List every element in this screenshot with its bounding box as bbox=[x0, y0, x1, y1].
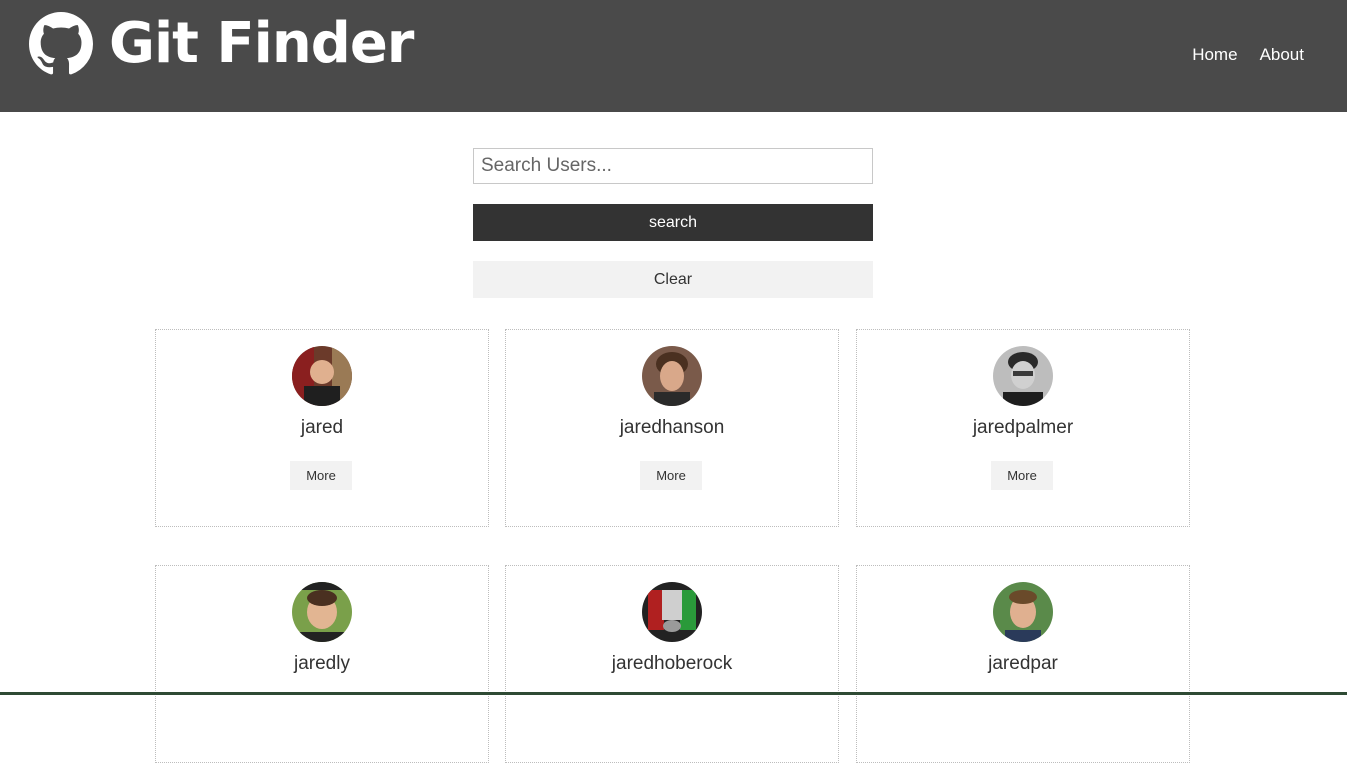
search-users-input[interactable] bbox=[473, 148, 873, 184]
more-button[interactable]: More bbox=[290, 461, 352, 490]
user-login: jaredly bbox=[294, 653, 350, 674]
user-card: jaredpalmer More bbox=[856, 329, 1190, 527]
clear-button[interactable]: Clear bbox=[473, 261, 873, 298]
user-card: jaredly bbox=[155, 565, 489, 763]
user-avatar bbox=[642, 582, 702, 642]
user-card: jared More bbox=[155, 329, 489, 527]
user-avatar bbox=[292, 346, 352, 406]
app-title: Git Finder bbox=[109, 11, 414, 76]
user-card: jaredhanson More bbox=[505, 329, 839, 527]
navbar: Git Finder Home About bbox=[0, 0, 1347, 112]
user-avatar bbox=[292, 582, 352, 642]
user-card: jaredpar bbox=[856, 565, 1190, 763]
nav-about-link[interactable]: About bbox=[1260, 44, 1304, 66]
nav-home-link[interactable]: Home bbox=[1192, 44, 1237, 66]
brand[interactable]: Git Finder bbox=[29, 11, 414, 76]
user-login: jaredpar bbox=[988, 653, 1058, 674]
user-login: jared bbox=[300, 417, 344, 438]
user-login: jaredhoberock bbox=[611, 653, 733, 674]
more-button[interactable]: More bbox=[991, 461, 1053, 490]
search-button[interactable]: search bbox=[473, 204, 873, 241]
user-avatar bbox=[993, 346, 1053, 406]
user-login: jaredpalmer bbox=[972, 417, 1074, 438]
nav-links: Home About bbox=[1192, 44, 1304, 66]
github-icon bbox=[29, 12, 93, 76]
user-card: jaredhoberock bbox=[505, 565, 839, 763]
more-button[interactable]: More bbox=[640, 461, 702, 490]
user-avatar bbox=[993, 582, 1053, 642]
user-login: jaredhanson bbox=[619, 417, 725, 438]
user-avatar bbox=[642, 346, 702, 406]
